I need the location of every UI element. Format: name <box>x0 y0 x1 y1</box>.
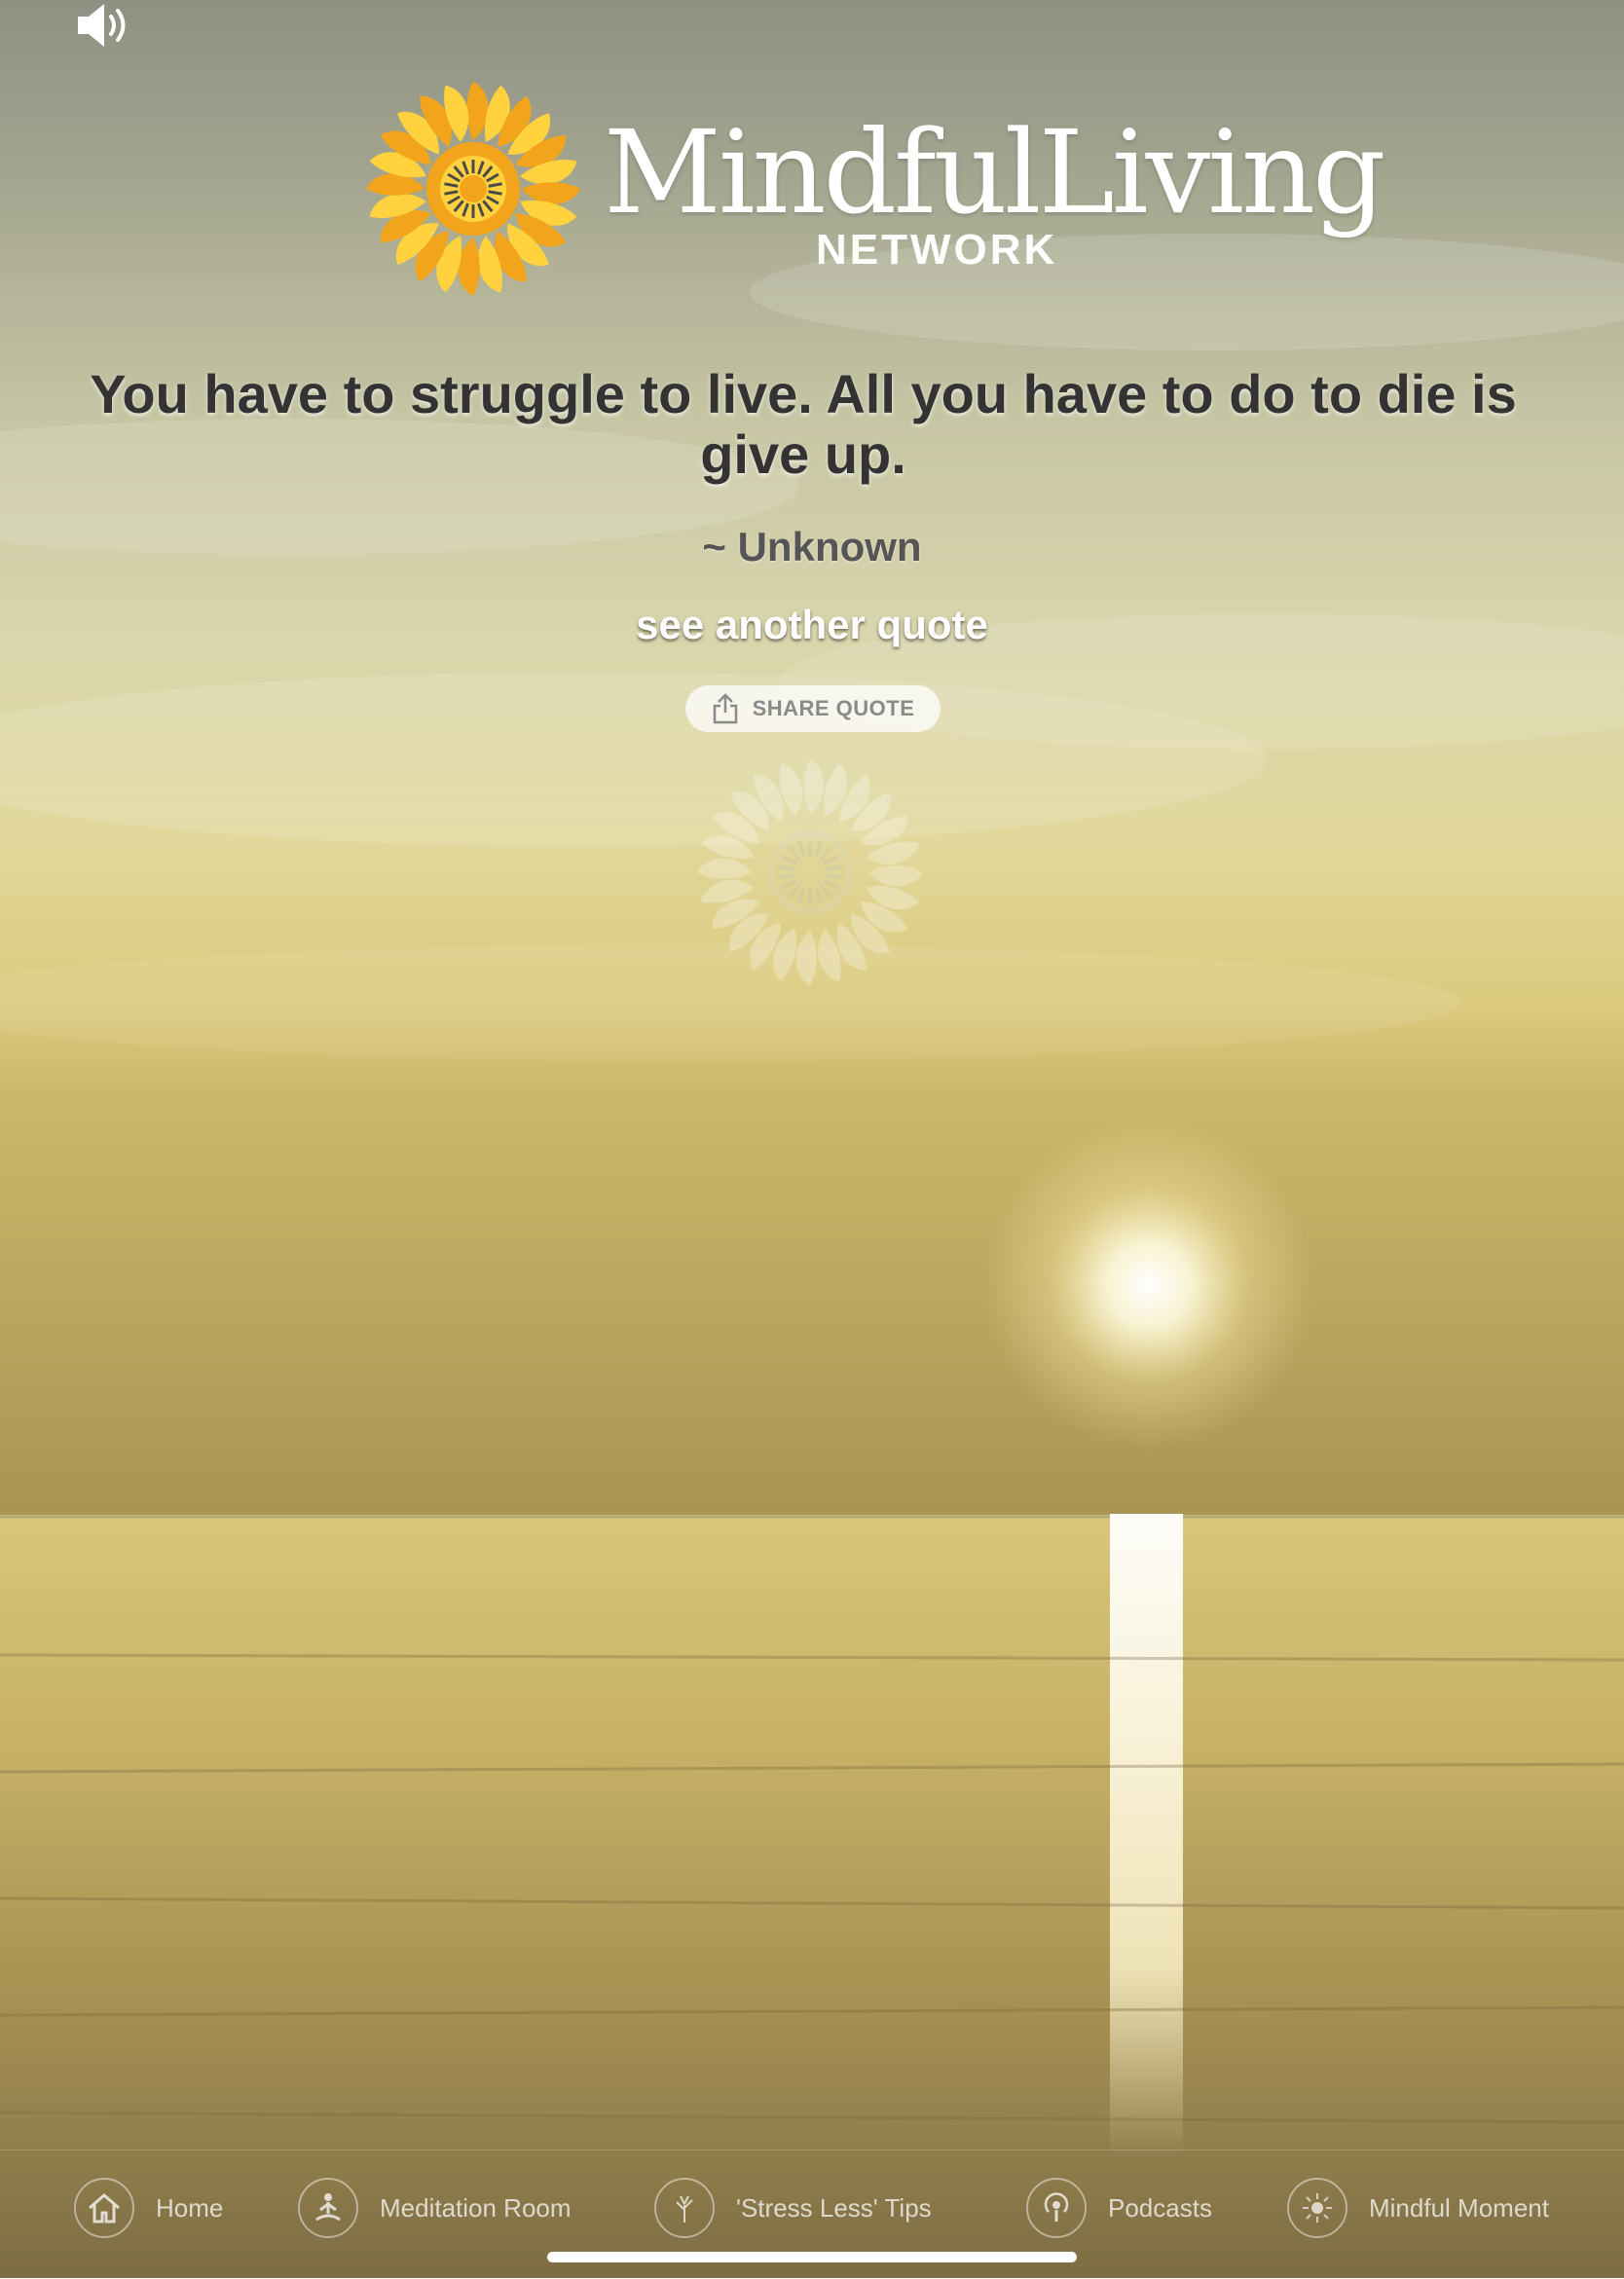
loading-spinner-icon <box>697 759 923 985</box>
sun-icon <box>1287 2178 1347 2238</box>
sunset-sea-background <box>0 0 1624 2278</box>
logo-wordmark: MindfulLiving <box>604 105 1386 239</box>
tab-podcasts[interactable]: Podcasts <box>1026 2174 1212 2242</box>
tab-home[interactable]: Home <box>74 2174 223 2242</box>
tab-label-home: Home <box>156 2192 224 2223</box>
home-indicator[interactable] <box>547 2252 1077 2262</box>
share-icon <box>713 693 737 724</box>
share-quote-label: SHARE QUOTE <box>752 696 915 720</box>
tab-label-stress-less-tips: 'Stress Less' Tips <box>736 2192 932 2223</box>
logo-subwordmark: NETWORK <box>816 226 1058 274</box>
tab-stress-less-tips[interactable]: 'Stress Less' Tips <box>654 2174 932 2242</box>
tab-label-mindful-moment: Mindful Moment <box>1369 2192 1549 2223</box>
home-icon <box>74 2178 134 2238</box>
quote-text: You have to struggle to live. All you ha… <box>90 363 1517 485</box>
tab-label-podcasts: Podcasts <box>1108 2192 1212 2223</box>
quote-author: ~ Unknown <box>702 524 922 570</box>
speaker-icon[interactable] <box>74 0 132 51</box>
app-logo: MindfulLiving NETWORK <box>360 76 1386 302</box>
meditation-icon <box>298 2178 358 2238</box>
tree-icon <box>654 2178 715 2238</box>
tab-mindful-moment[interactable]: Mindful Moment <box>1287 2174 1549 2242</box>
tab-label-meditation-room: Meditation Room <box>380 2192 572 2223</box>
podcast-icon <box>1026 2178 1087 2238</box>
tab-meditation-room[interactable]: Meditation Room <box>298 2174 572 2242</box>
sun-mandala-icon <box>366 82 580 296</box>
share-quote-button[interactable]: SHARE QUOTE <box>685 685 941 732</box>
see-another-quote-link[interactable]: see another quote <box>0 602 1624 648</box>
